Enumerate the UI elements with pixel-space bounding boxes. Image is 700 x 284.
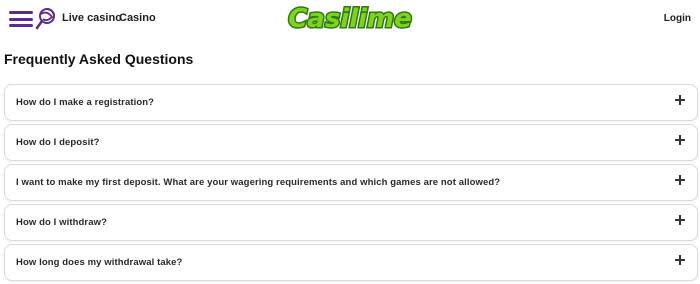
lollipop-icon[interactable] xyxy=(35,8,55,30)
faq-question: I want to make my first deposit. What ar… xyxy=(16,177,501,188)
plus-icon[interactable] xyxy=(675,215,685,225)
faq-item-withdrawal-time[interactable]: How long does my withdrawal take? xyxy=(4,244,698,281)
plus-icon[interactable] xyxy=(675,95,685,105)
faq-item-registration[interactable]: How do I make a registration? xyxy=(4,84,698,121)
faq-item-wagering[interactable]: I want to make my first deposit. What ar… xyxy=(4,164,698,201)
faq-question: How long does my withdrawal take? xyxy=(16,257,183,268)
nav-live-casino[interactable]: Live casino xyxy=(62,12,122,24)
plus-icon[interactable] xyxy=(675,175,685,185)
faq-title: Frequently Asked Questions xyxy=(4,51,194,67)
faq-question: How do I withdraw? xyxy=(16,217,107,228)
site-header: Live casino Casino Casilime Login xyxy=(0,0,700,38)
faq-question: How do I deposit? xyxy=(16,137,100,148)
plus-icon[interactable] xyxy=(675,255,685,265)
nav-casino[interactable]: Casino xyxy=(119,12,156,24)
plus-icon[interactable] xyxy=(675,135,685,145)
hamburger-menu-icon[interactable] xyxy=(9,9,33,29)
svg-text:Casilime: Casilime xyxy=(288,4,412,34)
login-link[interactable]: Login xyxy=(664,13,691,24)
casilime-logo[interactable]: Casilime xyxy=(286,0,414,36)
faq-item-withdraw[interactable]: How do I withdraw? xyxy=(4,204,698,241)
faq-item-deposit[interactable]: How do I deposit? xyxy=(4,124,698,161)
faq-list: How do I make a registration? How do I d… xyxy=(4,84,698,284)
faq-question: How do I make a registration? xyxy=(16,97,155,108)
